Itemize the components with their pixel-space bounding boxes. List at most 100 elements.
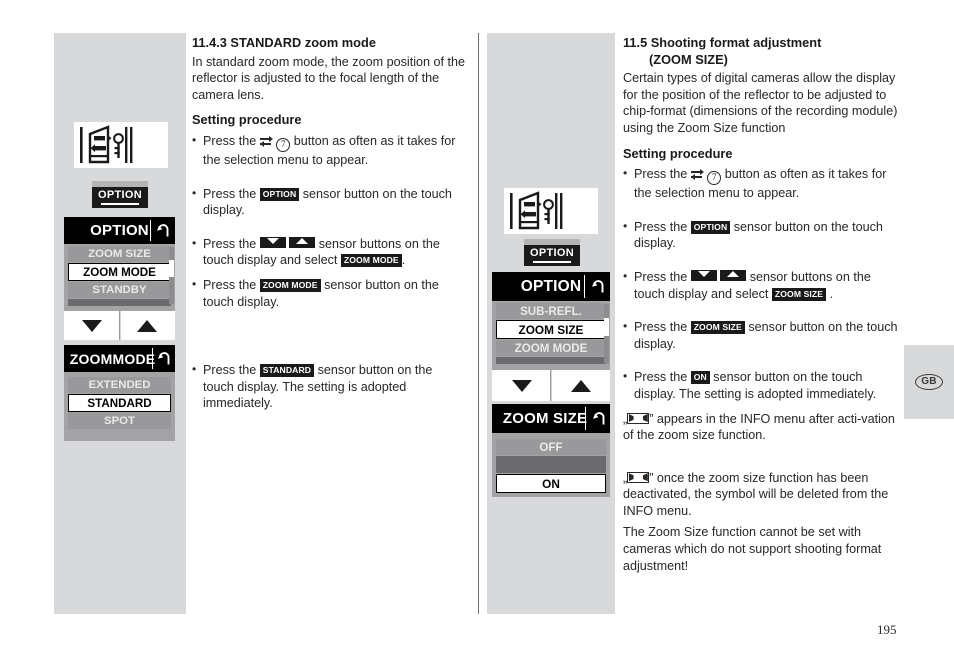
lcd-row-label: ZOOM MODE — [83, 265, 156, 279]
country-tab-gb: GB — [904, 345, 954, 419]
lcd-row[interactable]: SPOT — [68, 413, 171, 429]
section-intro: Certain types of digital cameras allow t… — [623, 71, 898, 135]
down-arrow-icon — [81, 319, 102, 332]
step-text-pre: Press the — [203, 277, 257, 292]
lcd-row[interactable]: ZOOM MODE — [68, 263, 171, 281]
nav-divider — [550, 370, 552, 401]
lcd-row[interactable] — [496, 357, 606, 364]
lcd-row-label: ON — [542, 476, 560, 491]
lcd-row-label: OFF — [539, 440, 563, 454]
reference-marker-7: 7 — [707, 171, 722, 186]
lcd-row[interactable] — [68, 299, 171, 306]
option-button-underline — [533, 261, 571, 263]
lcd-row[interactable]: ZOOM MODE — [496, 340, 606, 356]
step-4: Press the ZOOM MODE sensor button on the… — [192, 276, 466, 310]
lcd-nav-down-button[interactable] — [492, 370, 551, 401]
swap-arrows-icon — [690, 168, 704, 181]
note-text: appears in the INFO menu after acti-vati… — [623, 411, 895, 443]
lcd-nav-down-button[interactable] — [64, 311, 120, 340]
lcd-option-menu-left[interactable]: OPTION ZOOM SIZE ZOOM MODE STANDBY — [64, 217, 175, 340]
step-text-pre: Press the — [634, 320, 688, 335]
section-11-5: 11.5 Shooting format adjustment (ZOOM SI… — [623, 35, 898, 574]
lcd-row-spacer — [496, 456, 606, 473]
lcd-nav-bar[interactable] — [492, 370, 610, 401]
lcd-zoommode-list[interactable]: EXTENDED STANDARD SPOT — [64, 372, 175, 448]
lcd-title-bar: ZOOMMODE — [64, 345, 175, 372]
up-arrow-icon — [137, 319, 158, 332]
lcd-zoommode-menu-left[interactable]: ZOOMMODE EXTENDED STANDARD SPOT — [64, 345, 175, 441]
step-5: Press the STANDARD sensor button on the … — [192, 361, 466, 412]
lcd-row[interactable]: EXTENDED — [68, 377, 171, 393]
page-title: 11.5 Shooting format adjustment (ZOOM SI… — [623, 35, 898, 68]
page-number: 195 — [877, 622, 897, 637]
lcd-option-list[interactable]: ZOOM SIZE ZOOM MODE STANDBY — [64, 244, 175, 311]
lcd-scrollbar[interactable] — [169, 247, 174, 304]
lcd-title-bar: OPTION — [492, 272, 610, 301]
option-sensor-button-left[interactable]: OPTION — [92, 181, 148, 208]
lcd-zoomsize-list[interactable]: OFF ON — [492, 433, 610, 505]
column-divider-left — [478, 33, 479, 614]
lcd-scrollbar[interactable] — [604, 304, 609, 363]
note-1: „” appears in the INFO menu after acti-v… — [623, 411, 898, 444]
lcd-option-list[interactable]: SUB-REFL. ZOOM SIZE ZOOM MODE — [492, 301, 610, 370]
title-separator — [583, 275, 585, 298]
section-11-4-3: 11.4.3 STANDARD zoom mode In standard zo… — [192, 35, 466, 412]
back-arrow-icon[interactable] — [592, 411, 607, 430]
chip-zoom-size: ZOOM SIZE — [690, 321, 745, 335]
option-button-label: OPTION — [98, 189, 142, 201]
lcd-option-menu-right[interactable]: OPTION SUB-REFL. ZOOM SIZE ZOOM MODE — [492, 272, 610, 401]
chip-down-arrow — [690, 269, 717, 281]
option-sensor-button-right[interactable]: OPTION — [524, 239, 580, 266]
step-text-pre: Press the — [203, 236, 257, 251]
lcd-row[interactable]: ZOOM SIZE — [496, 320, 606, 339]
step-text-pre: Press the — [634, 269, 688, 284]
scrollbar-thumb[interactable] — [604, 318, 609, 336]
lcd-row-label: STANDBY — [92, 284, 147, 296]
scrollbar-thumb[interactable] — [169, 260, 174, 277]
back-arrow-icon[interactable] — [156, 223, 171, 242]
title-separator — [584, 407, 586, 430]
nav-divider — [118, 311, 121, 340]
lcd-nav-up-button[interactable] — [120, 311, 176, 340]
lcd-nav-up-button[interactable] — [551, 370, 610, 401]
lcd-row[interactable]: SUB-REFL. — [496, 303, 606, 319]
step-1: Press the 7 button as often as it takes … — [623, 165, 898, 202]
lcd-title-text: OPTION — [90, 222, 149, 239]
zoom-size-symbol-icon — [627, 471, 650, 483]
step-text-pre: Press the — [203, 363, 257, 378]
lcd-row[interactable]: STANDARD — [68, 394, 171, 412]
heading-line-1: 11.5 Shooting format adjustment — [623, 35, 822, 50]
lcd-row-label: ZOOM SIZE — [518, 322, 584, 337]
step-text-pre: Press the — [634, 219, 688, 234]
step-text-pre: Press the — [634, 167, 688, 182]
lcd-zoomsize-menu-right[interactable]: ZOOM SIZE OFF ON — [492, 404, 610, 497]
step-3: Press the sensor buttons on the touch di… — [192, 235, 466, 269]
lcd-row[interactable]: ZOOM SIZE — [68, 246, 171, 262]
step-text-post: . — [401, 253, 406, 268]
back-arrow-icon[interactable] — [591, 279, 606, 299]
lcd-row[interactable]: OFF — [496, 439, 606, 455]
step-4: Press the ZOOM SIZE sensor button on the… — [623, 318, 898, 352]
reference-marker-7: 7 — [276, 137, 291, 152]
step-3: Press the sensor buttons on the touch di… — [623, 268, 898, 302]
flash-reflector-zoom-diagram — [74, 122, 168, 168]
step-text-pre: Press the — [634, 370, 688, 385]
lcd-title-text: ZOOM SIZE — [502, 410, 588, 427]
title-separator — [149, 220, 151, 241]
chip-up-arrow — [289, 236, 316, 248]
flash-reflector-zoom-diagram — [504, 188, 598, 234]
lcd-row[interactable]: STANDBY — [68, 282, 171, 298]
lcd-nav-bar[interactable] — [64, 311, 175, 340]
swap-arrows-icon — [259, 135, 273, 148]
heading-line-2: (ZOOM SIZE) — [649, 51, 728, 67]
lcd-row[interactable]: ON — [496, 474, 606, 493]
back-arrow-icon[interactable] — [157, 351, 172, 369]
